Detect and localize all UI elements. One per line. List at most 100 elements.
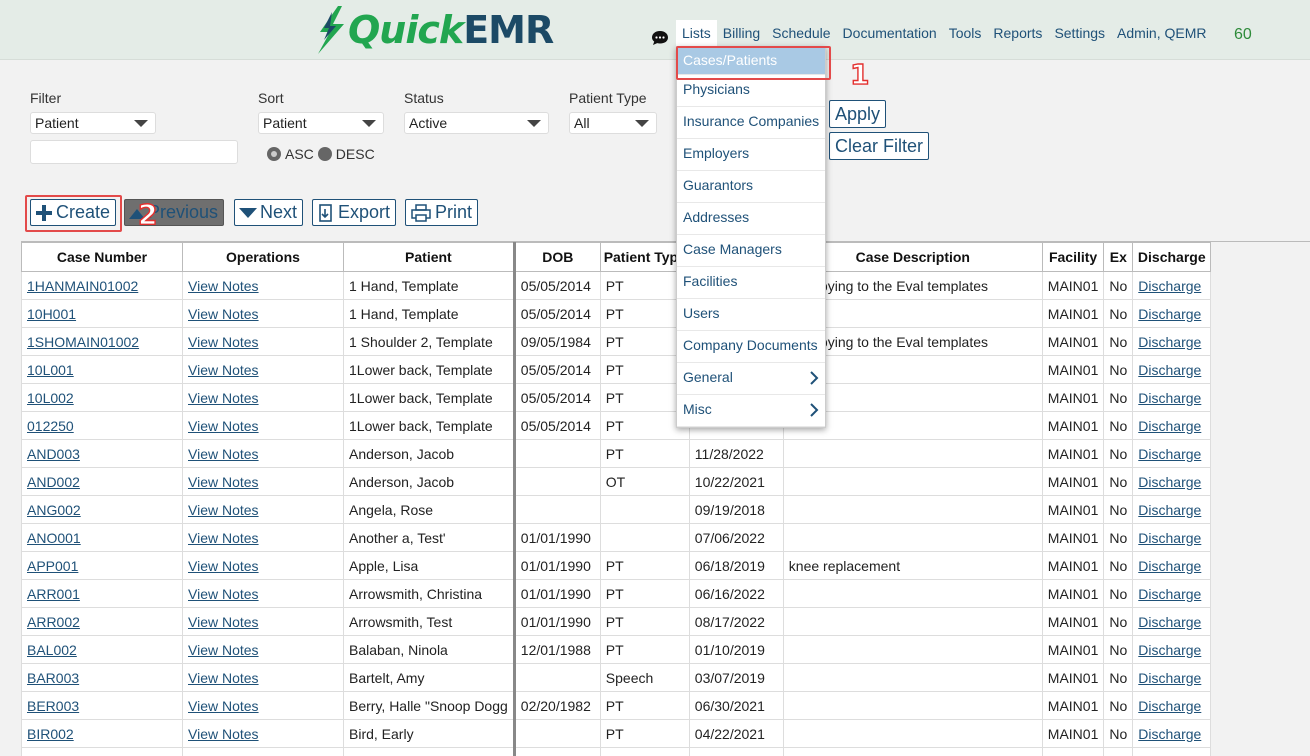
discharge-link[interactable]: Discharge bbox=[1138, 390, 1201, 406]
case-number-link[interactable]: 10L001 bbox=[27, 362, 74, 378]
table-row[interactable]: 10L001 View Notes 1Lower back, Template 05/… bbox=[21, 355, 1212, 384]
table-row[interactable]: AND003 View Notes Anderson, Jacob PT 11/28/2… bbox=[21, 439, 1212, 468]
menu-item-guarantors[interactable]: Guarantors bbox=[677, 171, 825, 203]
operations-link[interactable]: View Notes bbox=[188, 642, 259, 658]
cell-discharge[interactable]: Discharge bbox=[1132, 383, 1212, 412]
cell-discharge[interactable]: Discharge bbox=[1132, 327, 1212, 356]
cell-case-number[interactable]: 10L001 bbox=[21, 355, 183, 384]
cell-operations[interactable]: View Notes bbox=[182, 635, 344, 664]
cell-case-number[interactable]: APP001 bbox=[21, 551, 183, 580]
operations-link[interactable]: View Notes bbox=[188, 586, 259, 602]
cell-case-number[interactable]: ARR002 bbox=[21, 607, 183, 636]
asc-radio[interactable] bbox=[267, 147, 281, 161]
operations-link[interactable]: View Notes bbox=[188, 558, 259, 574]
operations-link[interactable]: View Notes bbox=[188, 418, 259, 434]
cell-operations[interactable]: View Notes bbox=[182, 691, 344, 720]
discharge-link[interactable]: Discharge bbox=[1138, 306, 1201, 322]
chat-bubble-icon[interactable] bbox=[651, 30, 669, 46]
column-header-discharge[interactable]: Discharge bbox=[1132, 242, 1212, 272]
cell-operations[interactable] bbox=[182, 747, 344, 756]
discharge-link[interactable]: Discharge bbox=[1138, 670, 1201, 686]
cell-discharge[interactable]: Discharge bbox=[1132, 635, 1212, 664]
case-number-link[interactable]: BER003 bbox=[27, 698, 79, 714]
operations-link[interactable]: View Notes bbox=[188, 502, 259, 518]
operations-link[interactable]: View Notes bbox=[188, 446, 259, 462]
operations-link[interactable]: View Notes bbox=[188, 670, 259, 686]
case-number-link[interactable]: 1HANMAIN01002 bbox=[27, 278, 138, 294]
menu-item-general[interactable]: General bbox=[677, 363, 825, 395]
discharge-link[interactable]: Discharge bbox=[1138, 362, 1201, 378]
operations-link[interactable]: View Notes bbox=[188, 334, 259, 350]
case-number-link[interactable]: 10L002 bbox=[27, 390, 74, 406]
cell-discharge[interactable]: Discharge bbox=[1132, 495, 1212, 524]
menu-item-users[interactable]: Users bbox=[677, 299, 825, 331]
table-row[interactable]: 012250 View Notes 1Lower back, Template 05/… bbox=[21, 411, 1212, 440]
cell-case-number[interactable]: 1SHOMAIN01002 bbox=[21, 327, 183, 356]
cell-operations[interactable]: View Notes bbox=[182, 579, 344, 608]
cell-case-number[interactable]: 10L002 bbox=[21, 383, 183, 412]
case-number-link[interactable]: 1SHOMAIN01002 bbox=[27, 334, 139, 350]
cell-case-number[interactable]: 012250 bbox=[21, 411, 183, 440]
cell-discharge[interactable] bbox=[1132, 747, 1212, 756]
nav-documentation[interactable]: Documentation bbox=[837, 20, 943, 46]
nav-reports[interactable]: Reports bbox=[987, 20, 1048, 46]
cell-case-number[interactable] bbox=[21, 747, 183, 756]
case-number-link[interactable]: AND003 bbox=[27, 446, 80, 462]
case-number-link[interactable]: 012250 bbox=[27, 418, 74, 434]
operations-link[interactable]: View Notes bbox=[188, 474, 259, 490]
status-select[interactable]: Active bbox=[404, 112, 549, 134]
menu-item-case-managers[interactable]: Case Managers bbox=[677, 235, 825, 267]
cell-operations[interactable]: View Notes bbox=[182, 383, 344, 412]
table-row[interactable]: 10H001 View Notes 1 Hand, Template 05/05/20… bbox=[21, 299, 1212, 328]
column-header-facility[interactable]: Facility bbox=[1041, 242, 1105, 272]
cell-operations[interactable]: View Notes bbox=[182, 551, 344, 580]
cases-table-container[interactable]: Case Number Operations Patient DOB Patie… bbox=[21, 241, 1310, 756]
column-header-dob[interactable]: DOB bbox=[513, 242, 601, 272]
operations-link[interactable]: View Notes bbox=[188, 278, 259, 294]
discharge-link[interactable]: Discharge bbox=[1138, 530, 1201, 546]
menu-item-employers[interactable]: Employers bbox=[677, 139, 825, 171]
discharge-link[interactable]: Discharge bbox=[1138, 334, 1201, 350]
cell-operations[interactable]: View Notes bbox=[182, 299, 344, 328]
table-row[interactable]: 1SHOMAIN01002 View Notes 1 Shoulder 2, Tem… bbox=[21, 327, 1212, 356]
sort-select[interactable]: Patient bbox=[258, 112, 384, 134]
nav-billing[interactable]: Billing bbox=[717, 20, 766, 46]
table-row[interactable]: AND002 View Notes Anderson, Jacob OT 10/22/2… bbox=[21, 467, 1212, 496]
cell-case-number[interactable]: ARR001 bbox=[21, 579, 183, 608]
cell-discharge[interactable]: Discharge bbox=[1132, 551, 1212, 580]
cell-case-number[interactable]: BAL002 bbox=[21, 635, 183, 664]
cell-operations[interactable]: View Notes bbox=[182, 663, 344, 692]
cell-operations[interactable]: View Notes bbox=[182, 719, 344, 748]
discharge-link[interactable]: Discharge bbox=[1138, 698, 1201, 714]
apply-button[interactable]: Apply bbox=[829, 100, 887, 128]
case-number-link[interactable]: BAR003 bbox=[27, 670, 79, 686]
table-row[interactable]: APP001 View Notes Apple, Lisa 01/01/1990 PT 0… bbox=[21, 551, 1212, 580]
cell-operations[interactable]: View Notes bbox=[182, 467, 344, 496]
discharge-link[interactable]: Discharge bbox=[1138, 474, 1201, 490]
quickemr-logo[interactable]: QuickEMR bbox=[314, 6, 554, 54]
cell-discharge[interactable]: Discharge bbox=[1132, 299, 1212, 328]
next-button[interactable]: Next bbox=[234, 199, 304, 226]
menu-item-company-documents[interactable]: Company Documents bbox=[677, 331, 825, 363]
cell-operations[interactable]: View Notes bbox=[182, 607, 344, 636]
discharge-link[interactable]: Discharge bbox=[1138, 418, 1201, 434]
table-row[interactable]: 1HANMAIN01002 View Notes 1 Hand, Template 0… bbox=[21, 271, 1212, 300]
cell-operations[interactable]: View Notes bbox=[182, 271, 344, 300]
case-number-link[interactable]: AND002 bbox=[27, 474, 80, 490]
table-row[interactable]: BIR002 View Notes Bird, Early PT 04/22/2021 M… bbox=[21, 719, 1212, 748]
operations-link[interactable]: View Notes bbox=[188, 362, 259, 378]
case-number-link[interactable]: 10H001 bbox=[27, 306, 76, 322]
operations-link[interactable]: View Notes bbox=[188, 698, 259, 714]
discharge-link[interactable]: Discharge bbox=[1138, 726, 1201, 742]
cell-operations[interactable]: View Notes bbox=[182, 495, 344, 524]
cell-case-number[interactable]: BER003 bbox=[21, 691, 183, 720]
cell-case-number[interactable]: ANO001 bbox=[21, 523, 183, 552]
case-number-link[interactable]: ANO001 bbox=[27, 530, 81, 546]
cell-operations[interactable]: View Notes bbox=[182, 355, 344, 384]
table-row[interactable]: BAR003 View Notes Bartelt, Amy Speech 03/07/… bbox=[21, 663, 1212, 692]
cell-discharge[interactable]: Discharge bbox=[1132, 607, 1212, 636]
cell-case-number[interactable]: AND003 bbox=[21, 439, 183, 468]
cell-discharge[interactable]: Discharge bbox=[1132, 439, 1212, 468]
cell-discharge[interactable]: Discharge bbox=[1132, 355, 1212, 384]
operations-link[interactable]: View Notes bbox=[188, 306, 259, 322]
